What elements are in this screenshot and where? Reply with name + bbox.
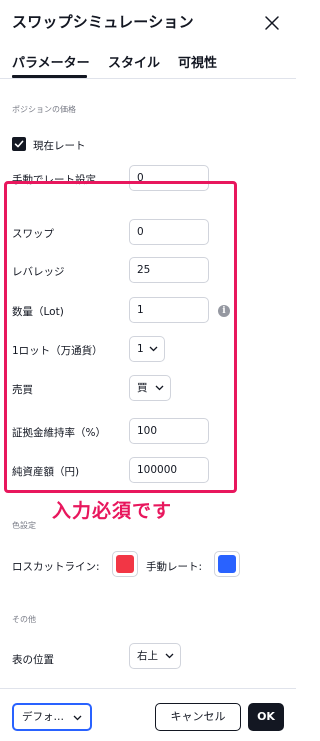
section-title-other: その他 bbox=[12, 615, 36, 624]
footer-divider bbox=[0, 688, 296, 689]
dialog-title: スワップシミュレーション bbox=[12, 13, 194, 31]
tab-visibility[interactable]: 可視性 bbox=[178, 52, 217, 71]
net-assets-label: 純資産額（円) bbox=[12, 466, 80, 478]
defaults-label: デフォ… bbox=[22, 711, 64, 723]
tab-style[interactable]: スタイル bbox=[108, 52, 160, 71]
net-assets-input[interactable]: 100000 bbox=[129, 457, 209, 483]
manual-rate-color-swatch bbox=[218, 555, 236, 573]
tabs-divider bbox=[0, 78, 296, 79]
checkmark-icon bbox=[14, 140, 24, 148]
current-rate-checkbox[interactable] bbox=[12, 137, 26, 151]
table-position-label: 表の位置 bbox=[12, 654, 54, 666]
lot-unit-value: 1 bbox=[137, 343, 144, 355]
tab-bar: パラメーター スタイル 可視性 bbox=[0, 52, 296, 78]
leverage-input[interactable]: 25 bbox=[129, 257, 209, 283]
lot-unit-label: 1ロット（万通貨） bbox=[12, 345, 103, 357]
margin-rate-label: 証拠金維持率（%） bbox=[12, 427, 106, 439]
section-title-colors: 色設定 bbox=[12, 521, 36, 530]
losscut-color-picker[interactable] bbox=[112, 551, 138, 577]
info-icon[interactable]: i bbox=[218, 305, 230, 317]
tab-parameters[interactable]: パラメーター bbox=[12, 52, 90, 71]
quantity-input[interactable]: 1 bbox=[129, 297, 209, 323]
margin-rate-input[interactable]: 100 bbox=[129, 418, 209, 444]
manual-rate-color-picker[interactable] bbox=[214, 551, 240, 577]
swap-input[interactable]: 0 bbox=[129, 219, 209, 245]
side-select[interactable]: 買 bbox=[129, 375, 171, 401]
side-value: 買 bbox=[137, 382, 148, 394]
manual-rate-color-label: 手動レート: bbox=[146, 561, 203, 573]
table-position-value: 右上 bbox=[137, 650, 158, 662]
required-annotation: 入力必須です bbox=[52, 500, 173, 522]
close-icon[interactable] bbox=[264, 15, 280, 31]
defaults-dropdown[interactable]: デフォ… bbox=[12, 703, 92, 731]
chevron-down-icon bbox=[73, 715, 82, 721]
cancel-button[interactable]: キャンセル bbox=[155, 703, 241, 731]
table-position-select[interactable]: 右上 bbox=[129, 643, 181, 669]
current-rate-label: 現在レート bbox=[33, 140, 86, 152]
chevron-down-icon bbox=[149, 346, 158, 352]
chevron-down-icon bbox=[155, 385, 164, 391]
ok-button[interactable]: OK bbox=[248, 703, 284, 731]
leverage-label: レバレッジ bbox=[12, 266, 65, 278]
chevron-down-icon bbox=[165, 653, 174, 659]
side-label: 売買 bbox=[12, 384, 33, 396]
losscut-line-label: ロスカットライン: bbox=[12, 561, 100, 573]
quantity-label: 数量（Lot) bbox=[12, 306, 64, 318]
lot-unit-select[interactable]: 1 bbox=[129, 336, 165, 362]
losscut-color-swatch bbox=[116, 555, 134, 573]
swap-label: スワップ bbox=[12, 228, 54, 240]
section-title-position-price: ポジションの価格 bbox=[12, 105, 76, 114]
